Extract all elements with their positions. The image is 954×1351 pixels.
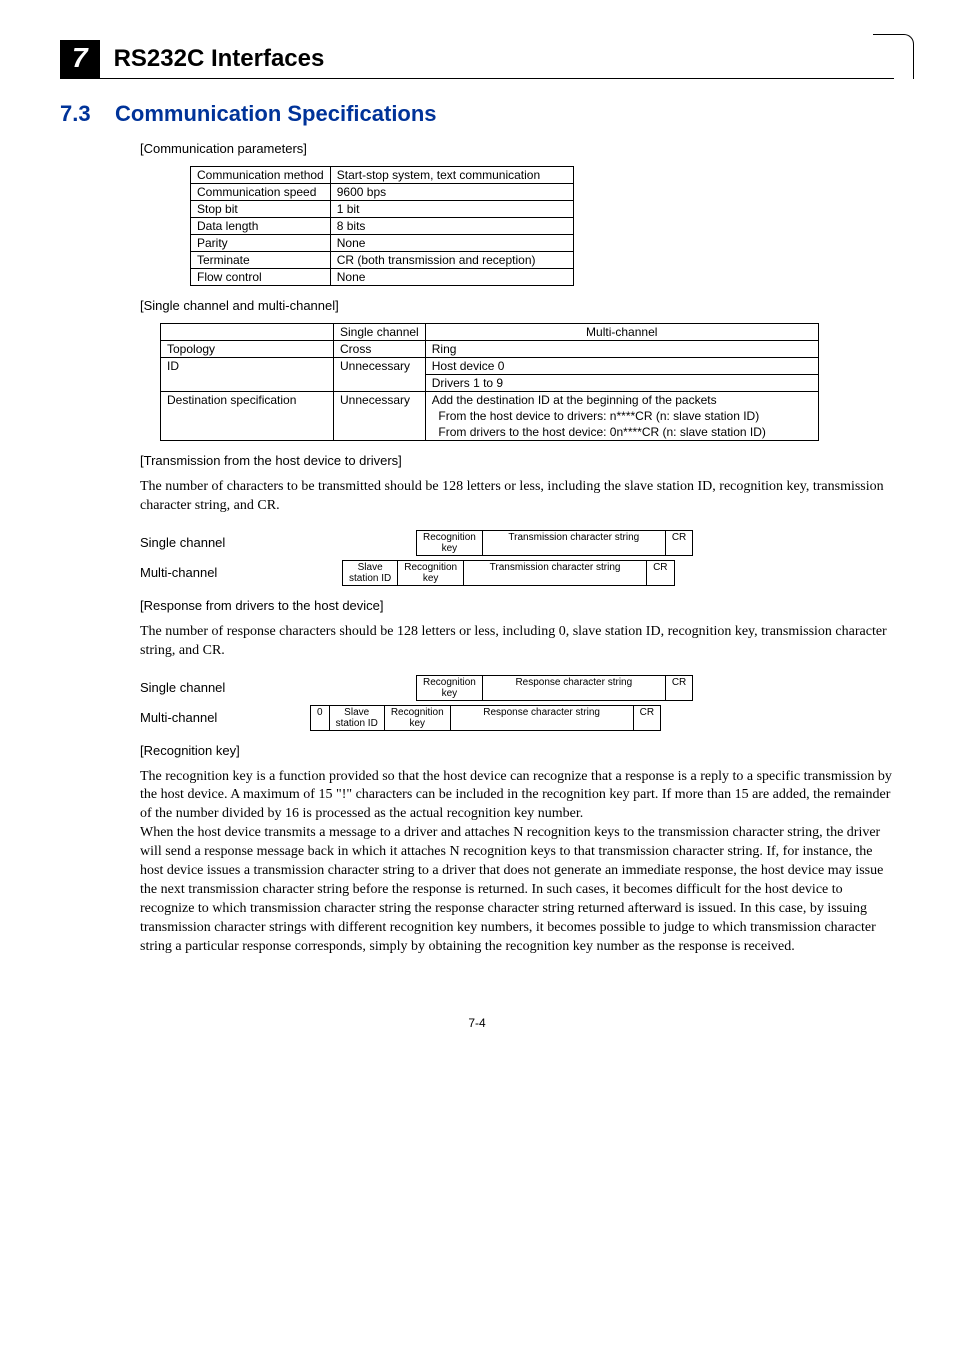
para-resp: The number of response characters should… — [140, 623, 894, 661]
cell: Response character string — [482, 675, 665, 700]
cell: Data length — [191, 218, 331, 235]
cell: Terminate — [191, 252, 331, 269]
heading-single-multi: [Single channel and multi-channel] — [140, 298, 894, 313]
para-trans: The number of characters to be transmitt… — [140, 478, 894, 516]
para-recog: The recognition key is a function provid… — [140, 768, 894, 957]
cell: CR — [633, 705, 660, 730]
chapter-number: 7 — [60, 40, 100, 78]
label-multi-channel: Multi-channel — [140, 710, 310, 725]
cell: Cross — [334, 341, 426, 358]
cell: 1 bit — [330, 201, 573, 218]
cell: Unnecessary — [334, 392, 426, 441]
cell: Topology — [161, 341, 334, 358]
cell: Destination specification — [161, 392, 334, 441]
cell: Add the destination ID at the beginning … — [425, 392, 818, 409]
cell: From the host device to drivers: n****CR… — [425, 408, 818, 424]
cell: CR — [665, 675, 692, 700]
cell: Slavestation ID — [329, 705, 384, 730]
table-channels: Single channel Multi-channel Topology Cr… — [160, 323, 819, 441]
label-single-channel: Single channel — [140, 680, 310, 695]
cell: None — [330, 269, 573, 286]
cell: Slavestation ID — [343, 560, 398, 585]
cell: Recognitionkey — [417, 530, 483, 555]
cell: Host device 0 — [425, 358, 818, 375]
page-number: 7-4 — [60, 1016, 894, 1030]
packet-rx-multi: Multi-channel 0 Slavestation ID Recognit… — [140, 705, 894, 731]
cell: Transmission character string — [464, 560, 647, 585]
packet-table: 0 Slavestation ID Recognitionkey Respons… — [310, 705, 661, 731]
packet-rx-single: Single channel Recognitionkey Response c… — [140, 675, 894, 701]
cell: Response character string — [450, 705, 633, 730]
cell: Unnecessary — [334, 358, 426, 392]
section-heading: Communication Specifications — [115, 101, 437, 126]
cell: CR — [665, 530, 692, 555]
cell: 9600 bps — [330, 184, 573, 201]
section-title: 7.3 Communication Specifications — [60, 101, 894, 127]
heading-comm-params: [Communication parameters] — [140, 141, 894, 156]
cell: Ring — [425, 341, 818, 358]
packet-tx-single: Single channel Recognitionkey Transmissi… — [140, 530, 894, 556]
cell: Drivers 1 to 9 — [425, 375, 818, 392]
cell: 0 — [311, 705, 330, 730]
cell: Recognitionkey — [398, 560, 464, 585]
heading-recog-key: [Recognition key] — [140, 743, 894, 758]
cell: ID — [161, 358, 334, 392]
cell: 8 bits — [330, 218, 573, 235]
cell: Communication method — [191, 167, 331, 184]
packet-tx-multi: Multi-channel Slavestation ID Recognitio… — [140, 560, 894, 586]
cell: Parity — [191, 235, 331, 252]
packet-table: Recognitionkey Response character string… — [310, 675, 693, 701]
cell: Multi-channel — [425, 324, 818, 341]
chapter-title: RS232C Interfaces — [114, 45, 325, 73]
cell: CR (both transmission and reception) — [330, 252, 573, 269]
heading-resp-d2h: [Response from drivers to the host devic… — [140, 598, 894, 613]
heading-trans-h2d: [Transmission from the host device to dr… — [140, 453, 894, 468]
table-comm-params: Communication methodStart-stop system, t… — [190, 166, 574, 286]
packet-table: Recognitionkey Transmission character st… — [310, 530, 693, 556]
cell: Transmission character string — [482, 530, 665, 555]
cell: Flow control — [191, 269, 331, 286]
cell: Recognitionkey — [417, 675, 483, 700]
cell: Stop bit — [191, 201, 331, 218]
cell: CR — [647, 560, 674, 585]
cell: From drivers to the host device: 0n****C… — [425, 424, 818, 441]
cell: Communication speed — [191, 184, 331, 201]
cell: None — [330, 235, 573, 252]
cell: Recognitionkey — [384, 705, 450, 730]
cell — [161, 324, 334, 341]
chapter-header: 7 RS232C Interfaces — [60, 40, 894, 79]
label-multi-channel: Multi-channel — [140, 565, 310, 580]
packet-table: Slavestation ID Recognitionkey Transmiss… — [310, 560, 675, 586]
label-single-channel: Single channel — [140, 535, 310, 550]
cell: Single channel — [334, 324, 426, 341]
cell: Start-stop system, text communication — [330, 167, 573, 184]
section-number: 7.3 — [60, 101, 91, 126]
